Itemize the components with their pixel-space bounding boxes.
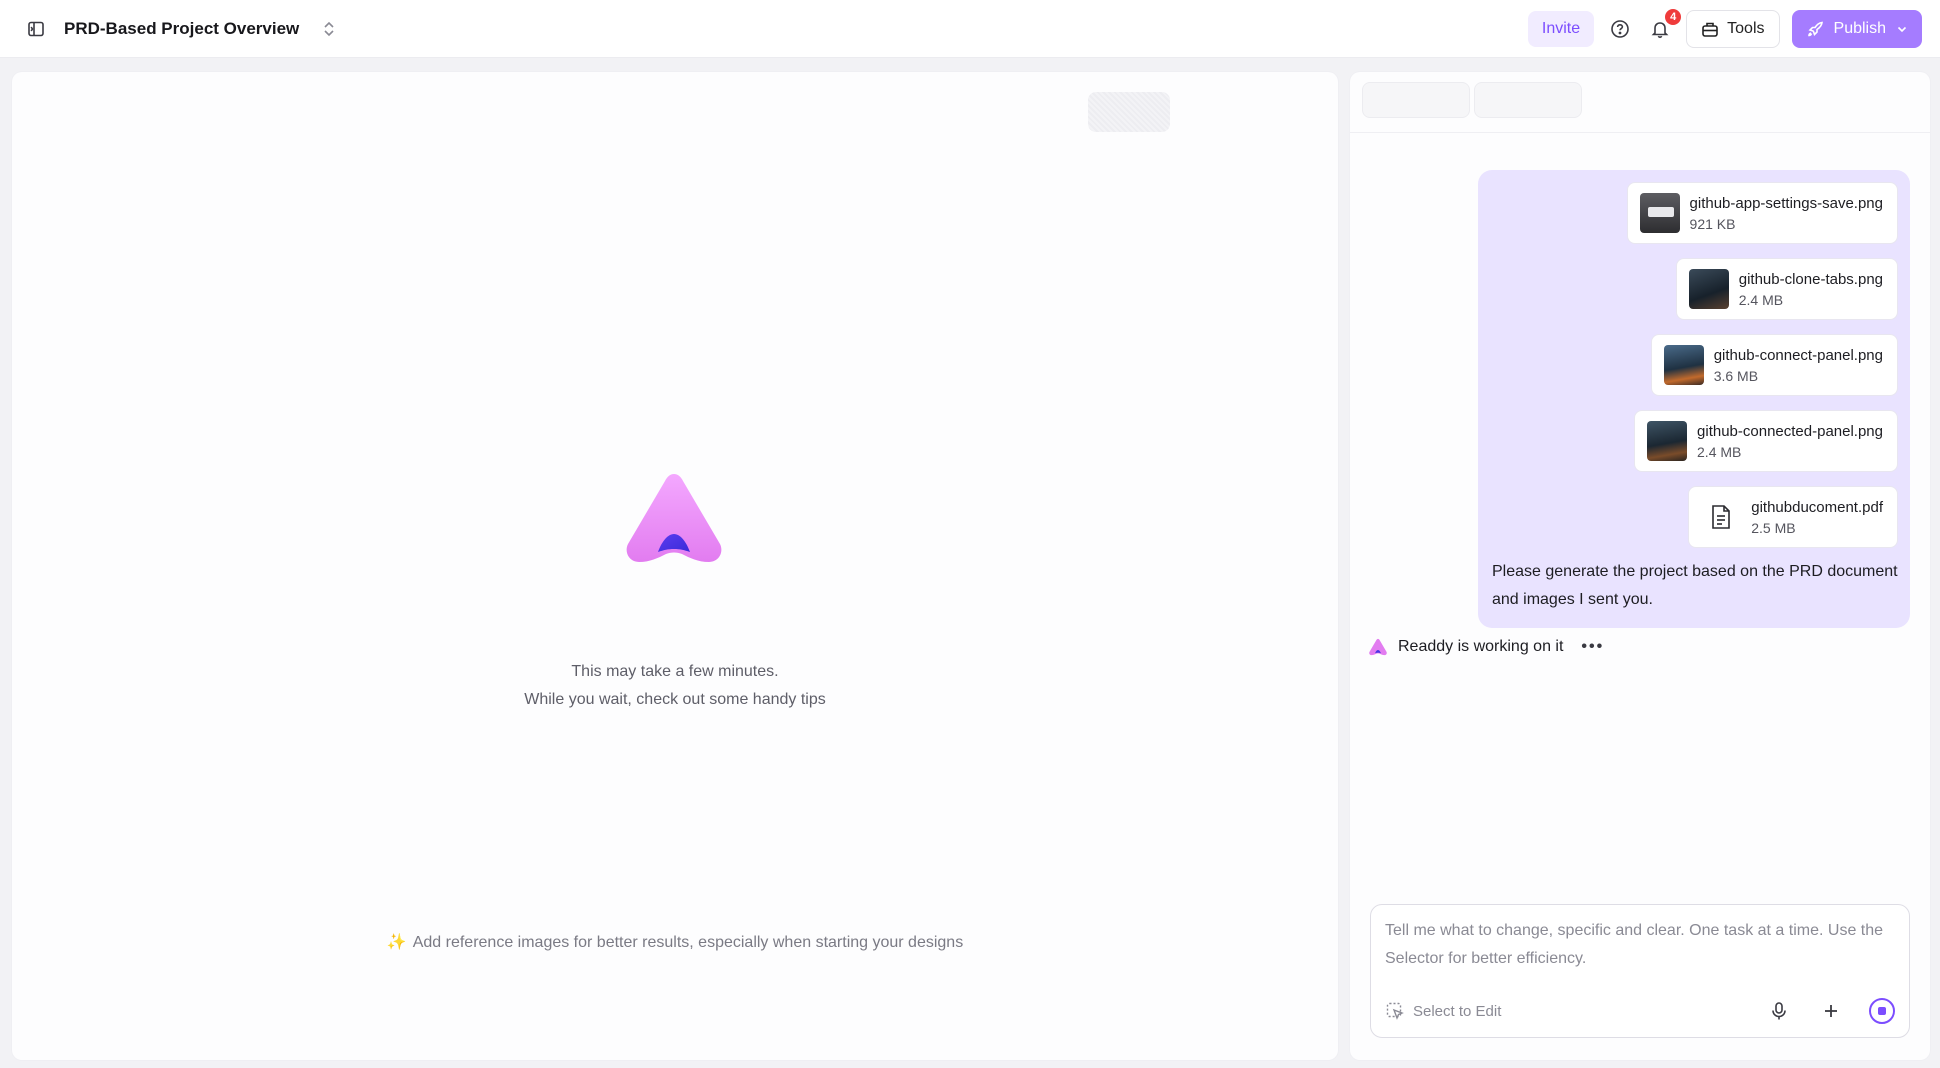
typing-dots-icon: ••• bbox=[1581, 638, 1605, 655]
notifications-bell-icon[interactable]: 4 bbox=[1646, 8, 1682, 43]
sidebar-toggle-icon[interactable] bbox=[22, 15, 50, 43]
attachment-name: github-connect-panel.png bbox=[1713, 346, 1883, 364]
document-icon bbox=[1701, 497, 1741, 537]
attachment-name: github-connected-panel.png bbox=[1697, 422, 1883, 440]
microphone-icon[interactable] bbox=[1765, 997, 1793, 1025]
chat-tab-placeholder[interactable] bbox=[1362, 82, 1470, 118]
chat-composer[interactable]: Tell me what to change, specific and cle… bbox=[1370, 904, 1910, 1038]
chevron-down-icon[interactable] bbox=[1896, 23, 1908, 35]
composer-toolbar: Select to Edit bbox=[1385, 997, 1895, 1025]
tip-text: Add reference images for better results,… bbox=[412, 934, 964, 951]
rocket-icon bbox=[1807, 21, 1823, 36]
composer-input[interactable]: Tell me what to change, specific and cle… bbox=[1385, 917, 1885, 973]
attachment-size: 3.6 MB bbox=[1713, 367, 1759, 384]
canvas-loading-placeholder bbox=[1088, 92, 1170, 132]
tip-message: ✨ Add reference images for better results… bbox=[12, 932, 1338, 952]
top-bar: PRD-Based Project Overview Invite 4 Tool… bbox=[0, 0, 1940, 58]
readdy-logo bbox=[620, 470, 728, 566]
assistant-status: Readdy is working on it ••• bbox=[1368, 638, 1604, 656]
image-thumbnail bbox=[1647, 421, 1688, 461]
status-text: Readdy is working on it bbox=[1398, 638, 1564, 655]
user-message-text: Please generate the project based on the… bbox=[1492, 563, 1898, 608]
attachment-name: github-clone-tabs.png bbox=[1738, 270, 1883, 288]
chat-panel: github-app-settings-save.png 921 KB gith… bbox=[1350, 72, 1930, 1060]
chat-tabs bbox=[1362, 82, 1582, 118]
attachment-size: 2.5 MB bbox=[1751, 519, 1796, 536]
publish-label: Publish bbox=[1833, 19, 1886, 37]
image-thumbnail bbox=[1639, 193, 1680, 233]
user-message-bubble: github-app-settings-save.png 921 KB gith… bbox=[1478, 170, 1910, 628]
notification-badge: 4 bbox=[1665, 8, 1682, 25]
attachment-item[interactable]: github-clone-tabs.png 2.4 MB bbox=[1675, 258, 1898, 320]
divider bbox=[1350, 132, 1930, 133]
tools-label: Tools bbox=[1727, 19, 1765, 37]
toolbox-icon bbox=[1702, 22, 1718, 37]
attachment-size: 2.4 MB bbox=[1697, 443, 1742, 460]
tools-button[interactable]: Tools bbox=[1686, 9, 1780, 48]
stop-generation-button[interactable] bbox=[1869, 998, 1895, 1024]
attachment-size: 2.4 MB bbox=[1738, 291, 1784, 308]
attachment-name: github-app-settings-save.png bbox=[1689, 194, 1883, 212]
attachment-name: githubducoment.pdf bbox=[1751, 498, 1883, 516]
chat-tab-placeholder[interactable] bbox=[1474, 82, 1582, 118]
select-to-edit-button[interactable]: Select to Edit bbox=[1385, 1001, 1501, 1021]
attachment-item[interactable]: github-connected-panel.png 2.4 MB bbox=[1634, 410, 1898, 472]
selector-icon bbox=[1386, 1002, 1404, 1020]
attachment-item[interactable]: githubducoment.pdf 2.5 MB bbox=[1688, 486, 1898, 548]
sparkle-icon: ✨ bbox=[386, 934, 407, 951]
project-switch-icon[interactable] bbox=[315, 15, 343, 43]
attachment-list: github-app-settings-save.png 921 KB gith… bbox=[1492, 182, 1898, 548]
select-to-edit-label: Select to Edit bbox=[1413, 1002, 1502, 1020]
loading-line-2: While you wait, check out some handy tip… bbox=[524, 691, 826, 708]
image-thumbnail bbox=[1688, 269, 1729, 309]
image-thumbnail bbox=[1663, 345, 1704, 385]
loading-message: This may take a few minutes. While you w… bbox=[12, 658, 1338, 714]
add-icon[interactable] bbox=[1817, 997, 1845, 1025]
stop-icon bbox=[1878, 1007, 1886, 1015]
publish-button[interactable]: Publish bbox=[1791, 9, 1922, 48]
readdy-mini-logo-icon bbox=[1369, 638, 1387, 656]
project-title[interactable]: PRD-Based Project Overview bbox=[64, 19, 299, 39]
attachment-item[interactable]: github-connect-panel.png 3.6 MB bbox=[1650, 334, 1898, 396]
attachment-item[interactable]: github-app-settings-save.png 921 KB bbox=[1626, 182, 1898, 244]
attachment-size: 921 KB bbox=[1689, 215, 1736, 232]
loading-line-1: This may take a few minutes. bbox=[571, 663, 779, 680]
help-icon[interactable] bbox=[1606, 15, 1634, 43]
invite-button[interactable]: Invite bbox=[1527, 10, 1595, 47]
